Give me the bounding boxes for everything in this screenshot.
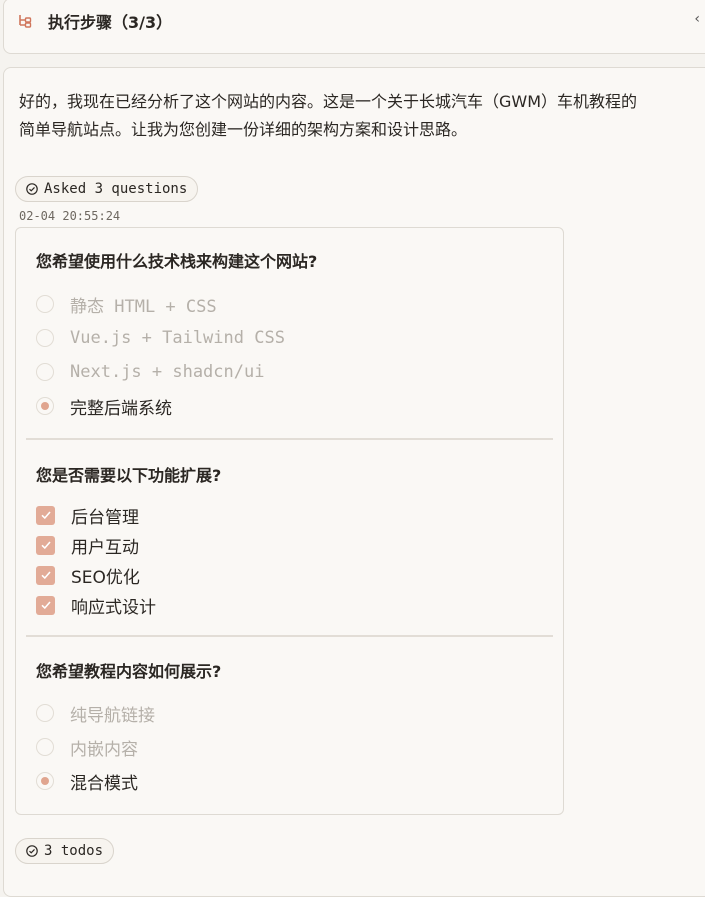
check-icon (40, 571, 51, 580)
check-circle-icon (26, 845, 38, 857)
radio-button[interactable] (36, 363, 54, 381)
checkbox-checked[interactable] (36, 595, 55, 615)
option-radio[interactable]: 静态 HTML + CSS (36, 292, 217, 317)
option-label: 响应式设计 (71, 597, 156, 618)
radio-button[interactable] (36, 704, 54, 722)
step-header[interactable]: 执行步骤（3/3） ‹ (3, 0, 705, 54)
option-label: 纯导航链接 (70, 705, 155, 726)
todos-pill[interactable]: 3 todos (15, 838, 115, 864)
step-title: 执行步骤（3/3） (48, 13, 173, 32)
check-icon (40, 511, 51, 520)
intro-text: 好的，我现在已经分析了这个网站的内容。这是一个关于长城汽车（GWM）车机教程的 … (19, 92, 638, 139)
radio-button-selected[interactable] (36, 397, 54, 415)
option-checkbox[interactable]: 后台管理 (36, 503, 139, 528)
question-title: 您希望教程内容如何展示? (36, 662, 222, 681)
option-label: 用户互动 (71, 537, 139, 558)
question-title: 您是否需要以下功能扩展? (36, 466, 222, 485)
option-label: SEO优化 (71, 567, 140, 588)
option-checkbox[interactable]: SEO优化 (36, 563, 140, 588)
radio-button-selected[interactable] (36, 772, 54, 790)
radio-button[interactable] (36, 295, 54, 313)
message-card: 好的，我现在已经分析了这个网站的内容。这是一个关于长城汽车（GWM）车机教程的 … (3, 67, 705, 897)
question-title: 您希望使用什么技术栈来构建这个网站? (36, 252, 318, 271)
asked-questions-pill[interactable]: Asked 3 questions (15, 176, 199, 202)
radio-button[interactable] (36, 738, 54, 756)
option-radio[interactable]: 混合模式 (36, 769, 138, 794)
radio-button[interactable] (36, 329, 54, 347)
check-icon (40, 541, 51, 550)
option-radio[interactable]: 完整后端系统 (36, 394, 172, 419)
check-circle-icon (26, 183, 38, 195)
option-radio[interactable]: 纯导航链接 (36, 701, 155, 726)
option-radio[interactable]: Vue.js + Tailwind CSS (36, 326, 285, 350)
timestamp: 02-04 20:55:24 (19, 209, 121, 223)
option-label: 混合模式 (70, 773, 138, 794)
checkbox-checked[interactable] (36, 505, 55, 525)
option-label: 内嵌内容 (70, 739, 138, 760)
option-radio[interactable]: 内嵌内容 (36, 735, 138, 760)
option-label: 静态 HTML + CSS (70, 296, 217, 317)
questions-card: 您希望使用什么技术栈来构建这个网站? 静态 HTML + CSS Vue.js … (15, 227, 564, 815)
tree-structure-icon (19, 15, 32, 28)
option-radio[interactable]: Next.js + shadcn/ui (36, 360, 264, 384)
option-checkbox[interactable]: 响应式设计 (36, 593, 156, 618)
option-label: Vue.js + Tailwind CSS (70, 328, 285, 348)
option-label: 后台管理 (71, 507, 139, 528)
divider (26, 438, 553, 440)
checkbox-checked[interactable] (36, 535, 55, 555)
todos-label: 3 todos (44, 843, 104, 859)
checkbox-checked[interactable] (36, 565, 55, 585)
divider (26, 635, 553, 637)
chevron-icon[interactable]: ‹ (694, 11, 700, 27)
option-label: Next.js + shadcn/ui (70, 362, 265, 382)
asked-questions-label: Asked 3 questions (44, 181, 188, 197)
option-checkbox[interactable]: 用户互动 (36, 533, 139, 558)
check-icon (40, 601, 51, 610)
option-label: 完整后端系统 (70, 398, 172, 419)
